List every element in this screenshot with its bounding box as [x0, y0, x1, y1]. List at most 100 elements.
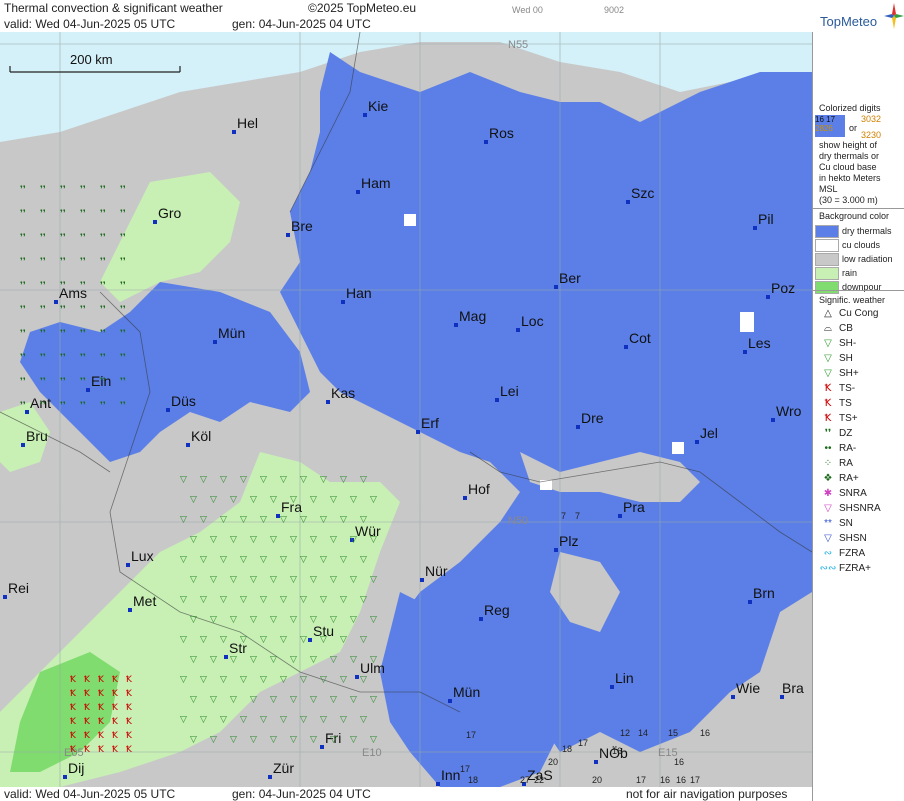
drizzle-symbol-icon: ❜❜: [40, 329, 46, 339]
city-label: Bre: [291, 218, 313, 234]
shower-symbol-icon: ▽: [350, 655, 357, 665]
city-label: Poz: [771, 280, 795, 296]
shower-symbol-icon: ▽: [300, 675, 307, 685]
shower-symbol-icon: ▽: [200, 595, 207, 605]
bg-legend-item: cu clouds: [815, 238, 880, 252]
shower-symbol-icon: ▽: [270, 735, 277, 745]
footer-note: not for air navigation purposes: [626, 787, 788, 801]
city-marker: [86, 388, 90, 392]
shower-symbol-icon: ▽: [180, 515, 187, 525]
shower-symbol-icon: ▽: [190, 575, 197, 585]
drizzle-symbol-icon: ❜❜: [40, 185, 46, 195]
cu-cloud-3: [672, 442, 684, 454]
shower-symbol-icon: ▽: [290, 535, 297, 545]
wx-legend-item: ▽ SH: [817, 351, 853, 365]
drizzle-symbol-icon: ❜❜: [80, 185, 86, 195]
drizzle-symbol-icon: ❜❜: [120, 353, 126, 363]
topmeteo-logo: TopMeteo: [812, 0, 904, 32]
gen-time: gen: 04-Jun-2025 04 UTC: [232, 17, 371, 31]
drizzle-symbol-icon: ❜❜: [100, 329, 106, 339]
thermal-height-digit: 16: [674, 757, 684, 767]
shower-symbol-icon: ▽: [250, 735, 257, 745]
city-label: Ham: [361, 175, 391, 191]
shower-symbol-icon: ▽: [280, 715, 287, 725]
city-marker: [153, 220, 157, 224]
city-marker: [356, 190, 360, 194]
shower-symbol-icon: ▽: [300, 555, 307, 565]
wx-legend-item: Ꝁ TS: [817, 396, 852, 410]
thermal-height-digit: 27: [520, 775, 530, 785]
shower-symbol-icon: ▽: [270, 575, 277, 585]
drizzle-symbol-icon: ❜❜: [60, 281, 66, 291]
desc-line: show height of: [819, 140, 878, 150]
shower-symbol-icon: ▽: [360, 715, 367, 725]
city-label: Lei: [500, 383, 519, 399]
wx-legend-item: •• RA-: [817, 441, 856, 455]
city-marker: [320, 745, 324, 749]
shower-symbol-icon: ▽: [340, 715, 347, 725]
drizzle-symbol-icon: ❜❜: [60, 353, 66, 363]
shower-symbol-icon: ▽: [320, 515, 327, 525]
shower-symbol-icon: ▽: [230, 575, 237, 585]
weather-map[interactable]: Kie Hel Ros Ham Szc Gro Bre Pil Ber Ams Han Poz Mag L…: [0, 32, 812, 787]
drizzle-symbol-icon: ❜❜: [100, 353, 106, 363]
city-label: Bru: [26, 428, 48, 444]
shower-symbol-icon: ▽: [360, 555, 367, 565]
wx-legend-item: ❜❜ DZ: [817, 426, 853, 440]
city-label: Wro: [776, 403, 802, 419]
shower-symbol-icon: ▽: [210, 615, 217, 625]
wx-symbol-icon: ❜❜: [824, 427, 832, 439]
shower-symbol-icon: ▽: [210, 735, 217, 745]
city-marker: [363, 113, 367, 117]
drizzle-symbol-icon: ❜❜: [20, 233, 26, 243]
shower-symbol-icon: ▽: [250, 695, 257, 705]
shower-symbol-icon: ▽: [240, 715, 247, 725]
drizzle-symbol-icon: ❜❜: [100, 233, 106, 243]
shower-symbol-icon: ▽: [340, 475, 347, 485]
drizzle-symbol-icon: ❜❜: [60, 329, 66, 339]
drizzle-symbol-icon: ❜❜: [40, 377, 46, 387]
city-marker: [3, 595, 7, 599]
shower-symbol-icon: ▽: [370, 615, 377, 625]
shower-symbol-icon: ▽: [190, 735, 197, 745]
city-label: Lin: [615, 670, 634, 686]
city-label: Wür: [355, 523, 381, 539]
shower-symbol-icon: ▽: [330, 575, 337, 585]
bg-legend-label: rain: [842, 268, 858, 278]
city-marker: [128, 608, 132, 612]
wx-title: Signific. weather: [819, 295, 886, 305]
shower-symbol-icon: ▽: [250, 535, 257, 545]
wx-legend-label: TS-: [839, 382, 856, 394]
shower-symbol-icon: ▽: [240, 555, 247, 565]
wx-symbol-icon: Ꝁ: [824, 412, 832, 424]
city-label: Rei: [8, 580, 29, 596]
drizzle-symbol-icon: ❜❜: [20, 401, 26, 411]
wx-symbol-icon: △: [824, 307, 832, 319]
thermal-height-digit: 16: [700, 728, 710, 738]
drizzle-symbol-icon: ❜❜: [120, 185, 126, 195]
shower-symbol-icon: ▽: [310, 575, 317, 585]
shower-symbol-icon: ▽: [340, 675, 347, 685]
city-marker: [748, 600, 752, 604]
drizzle-symbol-icon: ❜❜: [40, 233, 46, 243]
wx-legend-label: CB: [839, 322, 853, 334]
map-title: Thermal convection & significant weather: [4, 1, 223, 15]
shower-symbol-icon: ▽: [330, 535, 337, 545]
city-marker: [308, 638, 312, 642]
desc-line: (30 = 3.000 m): [819, 195, 878, 205]
shower-symbol-icon: ▽: [260, 715, 267, 725]
city-marker: [224, 655, 228, 659]
shower-symbol-icon: ▽: [230, 535, 237, 545]
wx-symbol-icon: ▽: [824, 337, 832, 349]
city-marker: [326, 400, 330, 404]
drizzle-symbol-icon: ❜❜: [120, 209, 126, 219]
shower-symbol-icon: ▽: [220, 555, 227, 565]
drizzle-symbol-icon: ❜❜: [60, 257, 66, 267]
wx-legend-item: ▽ SHSN: [817, 531, 867, 545]
wx-legend-item: ▽ SHSNRA: [817, 501, 881, 515]
shower-symbol-icon: ▽: [310, 615, 317, 625]
thermal-height-digit: 17: [690, 775, 700, 785]
bg-legend-label: low radiation: [842, 254, 893, 264]
shower-symbol-icon: ▽: [250, 495, 257, 505]
shower-symbol-icon: ▽: [180, 595, 187, 605]
